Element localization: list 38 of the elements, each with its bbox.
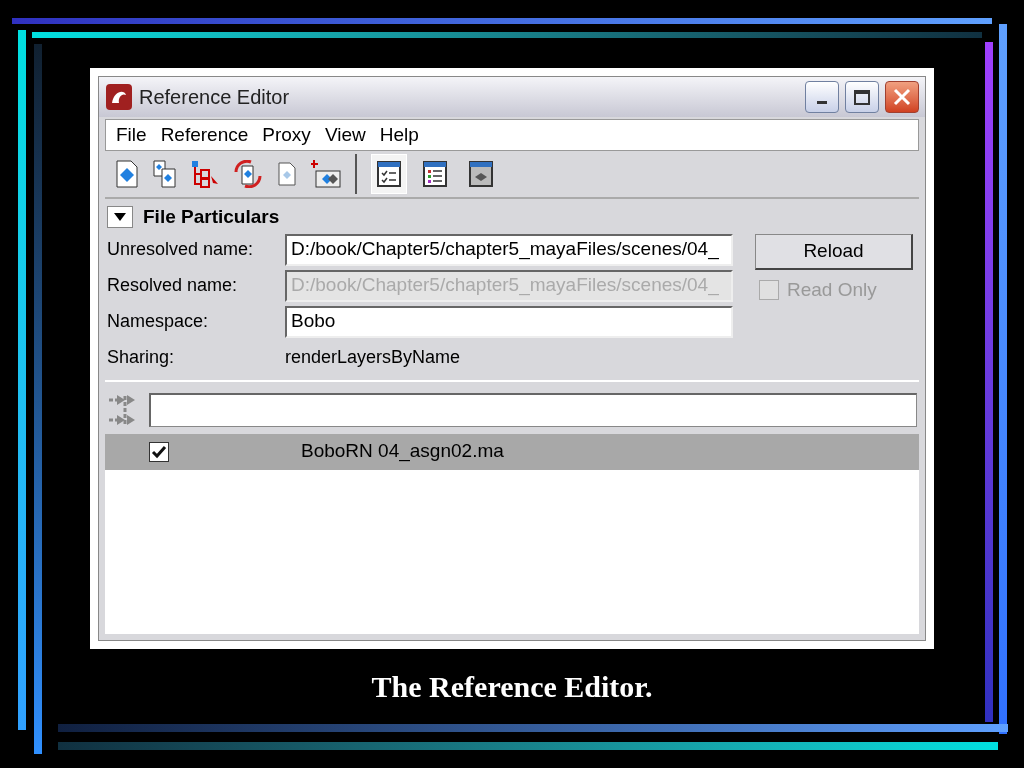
filter-field[interactable] xyxy=(149,392,917,427)
triangle-icon xyxy=(114,213,126,222)
reload-button[interactable]: Reload xyxy=(755,233,913,270)
slide-caption: The Reference Editor. xyxy=(370,669,654,705)
close-icon xyxy=(893,88,911,106)
menu-item[interactable]: View xyxy=(318,120,372,150)
minimize-button[interactable] xyxy=(805,81,839,113)
field-label: Sharing: xyxy=(106,346,176,369)
collapse-toggle[interactable] xyxy=(107,206,133,229)
close-button[interactable] xyxy=(885,81,919,113)
file-icon[interactable] xyxy=(115,160,139,188)
field-label: Resolved name: xyxy=(106,274,239,297)
read-only-label: Read Only xyxy=(787,277,877,302)
window-title: Reference Editor xyxy=(139,85,291,110)
reference-name: BoboRN 04_asgn02.ma xyxy=(301,439,504,464)
menu-item[interactable]: Reference xyxy=(154,120,255,150)
reload-file-icon[interactable] xyxy=(233,160,263,188)
text-field[interactable]: D:/book/Chapter5/chapter5_mayaFiles/scenes/04_ xyxy=(285,233,733,266)
reference-row[interactable]: BoboRN 04_asgn02.ma xyxy=(105,433,919,470)
menu-item[interactable]: Proxy xyxy=(256,120,317,150)
view-toggle-button[interactable] xyxy=(371,154,407,194)
duplicate-file-icon[interactable] xyxy=(153,160,177,188)
section-title: File Particulars xyxy=(143,205,280,229)
bulleted-list-view-icon xyxy=(421,159,449,189)
text-field[interactable]: Bobo xyxy=(285,305,733,338)
field-label: Unresolved name: xyxy=(106,238,255,261)
app-icon xyxy=(105,83,133,111)
menu-item[interactable]: Help xyxy=(373,120,425,150)
menu-item[interactable]: File xyxy=(110,120,153,150)
add-proxy-icon[interactable] xyxy=(311,159,341,189)
hierarchy-icon[interactable] xyxy=(191,160,219,188)
reference-checkbox[interactable] xyxy=(149,441,169,462)
field-value: renderLayersByName xyxy=(285,346,461,369)
blank-file-icon[interactable] xyxy=(277,162,297,186)
checklist-view-icon xyxy=(375,159,403,189)
framed-view-icon xyxy=(467,159,495,189)
maximize-button[interactable] xyxy=(845,81,879,113)
field-label: Namespace: xyxy=(106,310,210,333)
